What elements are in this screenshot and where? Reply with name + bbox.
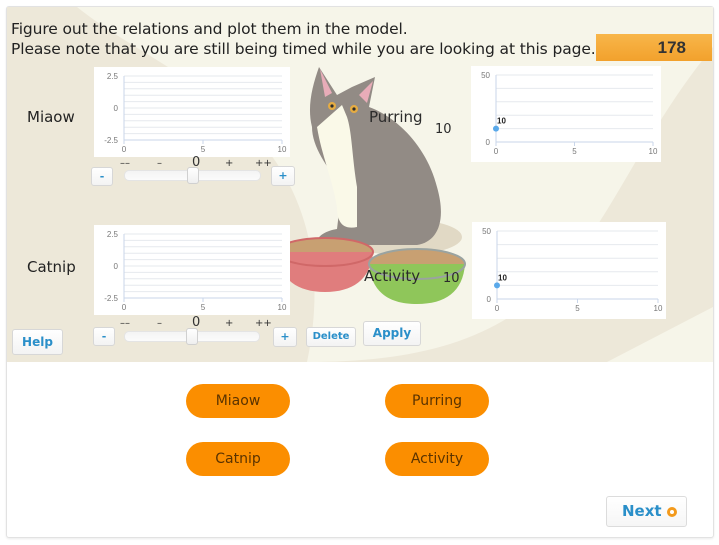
x-tick-label: 5: [201, 145, 206, 154]
output-value-purring: 10: [435, 122, 452, 137]
arrow-right-circle-icon: [667, 507, 677, 517]
x-tick-label: 10: [654, 304, 663, 313]
input-chart-catnip[interactable]: 2.5 0 -2.5 0 5 10: [94, 225, 290, 315]
chart-svg: 2.5 0 -2.5 0 5 10: [104, 230, 287, 312]
y-tick-label: 50: [482, 227, 491, 236]
output-label-activity: Activity: [364, 267, 421, 285]
variable-catnip[interactable]: Catnip: [186, 442, 290, 476]
x-tick-label: 10: [278, 145, 287, 154]
decrease-miaow-button[interactable]: -: [91, 167, 113, 186]
instructions-line-2: Please note that you are still being tim…: [11, 40, 596, 58]
slider-scale-label: +: [225, 158, 234, 169]
output-chart-activity: 50 0 0 5 10 10: [472, 222, 666, 319]
y-tick-label: 50: [481, 71, 490, 80]
output-chart-purring: 50 0 0 5 10 10: [471, 66, 661, 162]
x-tick-label: 0: [495, 304, 500, 313]
chart-svg: 2.5 0 -2.5 0 5 10: [104, 72, 287, 154]
y-tick-label: -2.5: [104, 294, 118, 303]
output-label-purring: Purring: [369, 108, 423, 126]
chart-svg: 50 00 5 10 10: [481, 71, 658, 156]
slider-catnip[interactable]: [124, 328, 260, 345]
data-point-label: 10: [497, 117, 506, 126]
slider-scale-label: ++: [255, 158, 272, 169]
variable-activity[interactable]: Activity: [385, 442, 489, 476]
input-label-catnip: Catnip: [27, 258, 76, 276]
next-button[interactable]: Next: [606, 496, 687, 527]
data-point: [494, 282, 500, 289]
increase-catnip-button[interactable]: +: [273, 327, 297, 347]
instructions-line-1: Figure out the relations and plot them i…: [11, 20, 408, 38]
x-tick-label: 10: [278, 303, 287, 312]
y-tick-label: 2.5: [107, 230, 119, 239]
variable-purring[interactable]: Purring: [385, 384, 489, 418]
x-tick-label: 0: [494, 147, 499, 156]
input-chart-miaow[interactable]: 2.5 0 -2.5 0 5 10: [94, 67, 290, 157]
instructions: Figure out the relations and plot them i…: [11, 19, 596, 59]
increase-miaow-button[interactable]: +: [271, 166, 295, 186]
delete-button[interactable]: Delete: [306, 327, 356, 347]
data-point: [493, 125, 499, 132]
x-tick-label: 0: [122, 303, 127, 312]
help-button[interactable]: Help: [12, 329, 63, 355]
slider-scale-label: ––: [120, 158, 130, 169]
y-tick-label: 0: [114, 262, 119, 271]
x-tick-label: 5: [572, 147, 577, 156]
slider-thumb-catnip[interactable]: [186, 328, 198, 345]
slider-miaow[interactable]: [124, 167, 261, 184]
slider-scale-label: ––: [120, 318, 130, 329]
variable-miaow[interactable]: Miaow: [186, 384, 290, 418]
input-label-miaow: Miaow: [27, 108, 75, 126]
timer: 178: [596, 34, 712, 61]
y-tick-label: 0: [486, 138, 491, 147]
decrease-catnip-button[interactable]: -: [93, 327, 115, 346]
slider-scale-label: –: [157, 158, 162, 169]
data-point-label: 10: [498, 273, 507, 282]
y-tick-label: 0: [114, 104, 119, 113]
output-value-activity: 10: [443, 271, 460, 286]
next-label: Next: [622, 502, 662, 520]
x-tick-label: 5: [575, 304, 580, 313]
slider-scale-label: –: [157, 318, 162, 329]
slider-thumb-miaow[interactable]: [186, 167, 199, 184]
x-tick-label: 10: [649, 147, 658, 156]
apply-button[interactable]: Apply: [363, 321, 421, 346]
y-tick-label: -2.5: [104, 136, 118, 145]
x-tick-label: 5: [201, 303, 206, 312]
y-tick-label: 0: [487, 295, 492, 304]
slider-scale-label: ++: [255, 318, 272, 329]
slider-scale-label: +: [225, 318, 234, 329]
y-tick-label: 2.5: [107, 72, 119, 81]
chart-svg: 50 00 5 10 10: [482, 227, 663, 313]
x-tick-label: 0: [122, 145, 127, 154]
